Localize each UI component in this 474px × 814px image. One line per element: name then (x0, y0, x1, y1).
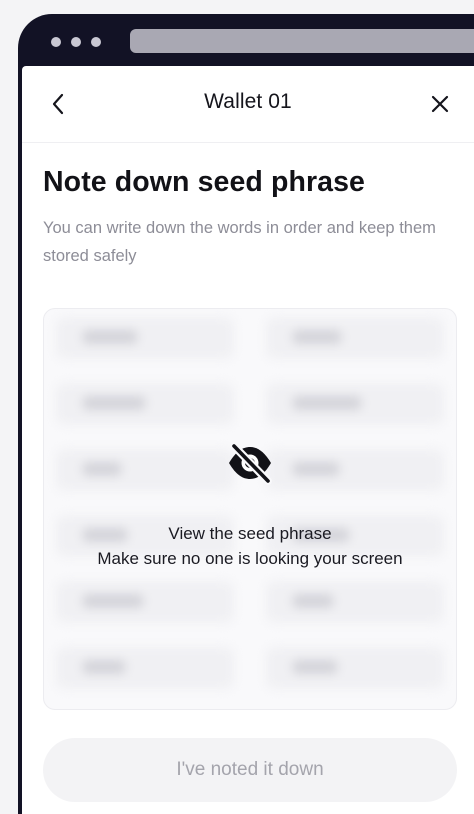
reveal-seed-overlay[interactable]: View the seed phrase Make sure no one is… (44, 309, 456, 709)
instructions-text: You can write down the words in order an… (43, 219, 436, 265)
page-title: Wallet 01 (204, 90, 292, 113)
close-button[interactable] (427, 91, 453, 117)
noted-confirm-button[interactable]: I've noted it down (43, 738, 457, 802)
window-dot (71, 37, 81, 47)
window-dot (91, 37, 101, 47)
seed-phrase-panel: View the seed phrase Make sure no one is… (43, 308, 457, 710)
window-dot (51, 37, 61, 47)
close-icon (431, 95, 449, 113)
device-frame: Wallet 01 Note down seed phrase You can … (18, 14, 474, 814)
privacy-warning: Make sure no one is looking your screen (97, 549, 403, 568)
screen-heading: Note down seed phrase (43, 166, 366, 198)
top-navigation: Wallet 01 (22, 66, 474, 143)
eye-off-icon (229, 442, 272, 485)
reveal-title: View the seed phrase (168, 524, 332, 543)
browser-chrome (18, 14, 474, 66)
wallet-screen: Wallet 01 Note down seed phrase You can … (22, 66, 474, 814)
address-bar[interactable] (130, 29, 474, 53)
